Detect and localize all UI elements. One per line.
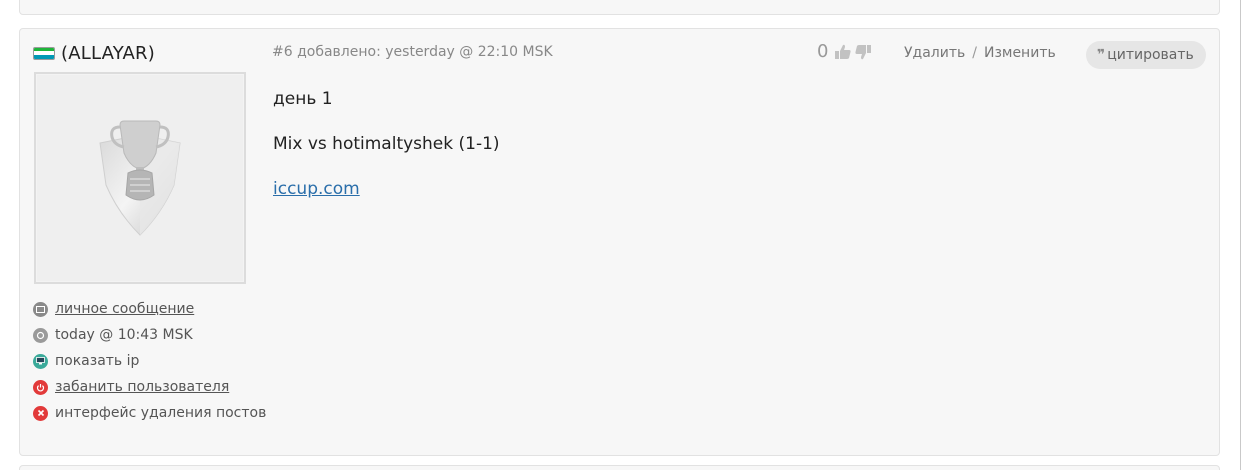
post-meta: #6 добавлено: yesterday @ 22:10 MSK [272, 44, 553, 60]
thumbs-down-icon[interactable] [854, 43, 872, 61]
quote-label: цитировать [1107, 47, 1194, 63]
previous-post-card [19, 0, 1220, 15]
author-tools-list: личное сообщение today @ 10:43 MSK показ… [33, 296, 266, 426]
avatar [34, 72, 246, 284]
monitor-icon [33, 353, 48, 369]
last-seen-text: today @ 10:43 MSK [55, 327, 193, 343]
message-icon [33, 301, 48, 317]
country-flag-icon [33, 46, 55, 60]
post-line: день 1 [273, 89, 333, 109]
page-divider [1240, 0, 1241, 470]
post-actions: Удалить / Изменить [904, 45, 1056, 61]
post-line: Mix vs hotimaltyshek (1-1) [273, 134, 500, 154]
post-body: день 1 Mix vs hotimaltyshek (1-1) iccup.… [273, 89, 500, 224]
trophy-icon [99, 120, 181, 236]
post-link-line: iccup.com [273, 179, 500, 224]
delete-post-link[interactable]: Удалить [904, 45, 965, 61]
author-name[interactable]: (ALLAYAR) [61, 43, 155, 64]
private-message-link[interactable]: личное сообщение [55, 301, 194, 317]
post-timestamp: yesterday @ 22:10 MSK [385, 44, 553, 60]
delete-icon [33, 405, 48, 421]
author-header: (ALLAYAR) [33, 41, 155, 65]
delete-posts-item[interactable]: интерфейс удаления постов [33, 400, 266, 426]
ban-user-link[interactable]: забанить пользователя [55, 379, 229, 395]
edit-post-link[interactable]: Изменить [984, 45, 1056, 61]
clock-icon [33, 327, 48, 343]
rating-value: 0 [817, 41, 829, 62]
show-ip-item[interactable]: показать ip [33, 348, 266, 374]
quote-icon: ❞ [1097, 47, 1105, 63]
show-ip-text[interactable]: показать ip [55, 353, 139, 369]
thumbs-up-icon[interactable] [834, 43, 852, 61]
post-link[interactable]: iccup.com [273, 179, 360, 199]
post-rating: 0 [817, 41, 872, 62]
actions-separator: / [972, 45, 977, 61]
ban-user-item[interactable]: забанить пользователя [33, 374, 266, 400]
next-post-card [19, 465, 1220, 470]
quote-button[interactable]: ❞ цитировать [1086, 41, 1206, 69]
delete-posts-text[interactable]: интерфейс удаления постов [55, 405, 266, 421]
post-number[interactable]: #6 [272, 44, 293, 60]
private-message-item[interactable]: личное сообщение [33, 296, 266, 322]
last-seen-item: today @ 10:43 MSK [33, 322, 266, 348]
power-icon [33, 379, 48, 395]
post-added-label: добавлено: [297, 44, 381, 60]
forum-post: (ALLAYAR) личное сообщение today @ 10:43… [19, 28, 1220, 456]
